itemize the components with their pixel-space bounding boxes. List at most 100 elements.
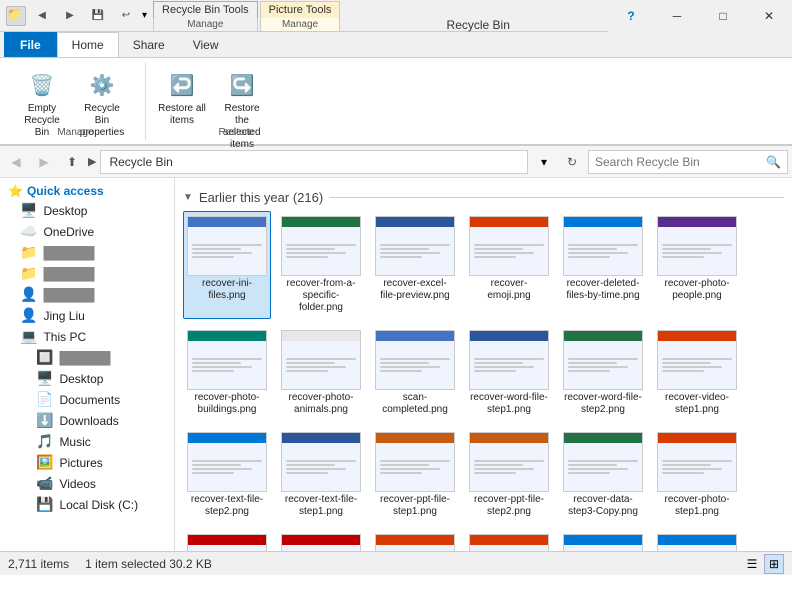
sidebar-quick-access[interactable]: ⭐ Quick access (0, 182, 174, 200)
file-item[interactable]: recover-pdf-file-step2.png (183, 529, 271, 551)
thispc-icon: 💻 (20, 328, 37, 345)
pcsub-icon: 🔲 (36, 349, 53, 366)
file-item[interactable]: recover-from-a-specific-folder.png (277, 211, 365, 319)
file-thumbnail (187, 534, 267, 551)
sidebar-item-localdisk[interactable]: 💾 Local Disk (C:) (0, 494, 174, 515)
sidebar-item-jingliu[interactable]: 👤 Jing Liu (0, 305, 174, 326)
forward-btn-title[interactable]: ▶ (58, 4, 82, 28)
quick-access-icon[interactable]: 📁 (6, 6, 26, 26)
file-item[interactable]: recover-word-file-step1.png (465, 325, 553, 421)
up-button[interactable]: ⬆ (60, 150, 84, 174)
title-bar: 📁 ◀ ▶ 💾 ↩ ▾ Recycle Bin Tools Manage Pic… (0, 0, 792, 32)
sidebar-item-user3[interactable]: 👤 ██████ (0, 284, 174, 305)
sidebar-item-videos[interactable]: 📹 Videos (0, 473, 174, 494)
tab-share[interactable]: Share (119, 32, 179, 57)
file-item[interactable]: recover-ppt-file-step1.png (371, 427, 459, 523)
item-count: 2,711 items (8, 557, 69, 571)
selected-info: 1 item selected 30.2 KB (85, 557, 212, 571)
restore-selected-icon: ↪️ (226, 69, 258, 101)
file-item[interactable]: recover-text-file-step1.png (277, 427, 365, 523)
back-btn-title[interactable]: ◀ (30, 4, 54, 28)
file-thumbnail (657, 330, 737, 390)
back-button[interactable]: ◀ (4, 150, 28, 174)
picture-tools-tab[interactable]: Picture Tools (260, 1, 341, 18)
sidebar-item-desktop[interactable]: 🖥️ Desktop (0, 200, 174, 221)
minimize-button[interactable]: ─ (654, 0, 700, 32)
restore-selected-button[interactable]: ↪️ Restore the selected items (214, 66, 270, 154)
tab-home[interactable]: Home (57, 32, 119, 57)
sidebar-item-thispc[interactable]: 💻 This PC (0, 326, 174, 347)
empty-recycle-icon: 🗑️ (26, 69, 58, 101)
file-item[interactable]: recover-photo-animals.png (277, 325, 365, 421)
file-name: recover-from-a-specific-folder.png (282, 278, 360, 314)
restore-all-label: Restore all items (157, 103, 207, 127)
file-thumbnail (563, 330, 643, 390)
file-item[interactable]: recover-photo-step1.png (653, 427, 741, 523)
file-thumbnail (657, 534, 737, 551)
file-name: recover-data-step3-Copy.png (564, 494, 642, 518)
music-icon: 🎵 (36, 433, 53, 450)
file-item[interactable]: recover-office-file-step1.png (465, 529, 553, 551)
file-item[interactable]: recover-external-device-step3.png (559, 529, 647, 551)
sidebar-localdisk-label: Local Disk (C:) (59, 498, 138, 512)
file-item[interactable]: recover-ini-files.png (183, 211, 271, 319)
save-btn-title[interactable]: 💾 (86, 4, 110, 28)
file-item[interactable]: recover-deleted-files-by-time.png (559, 211, 647, 319)
title-bar-dropdown[interactable]: ▾ (142, 10, 147, 21)
quick-access-label: Quick access (27, 184, 104, 198)
file-item[interactable]: recover-photo-buildings.png (183, 325, 271, 421)
file-item[interactable]: recover-emoji.png (465, 211, 553, 319)
sidebar-item-desktop2[interactable]: 🖥️ Desktop (0, 368, 174, 389)
section-chevron[interactable]: ▼ (183, 192, 193, 203)
sidebar-item-user2[interactable]: 📁 ██████ (0, 263, 174, 284)
sidebar-videos-label: Videos (59, 477, 95, 491)
file-item[interactable]: recover-word-file-step2.png (559, 325, 647, 421)
restore-all-button[interactable]: ↩️ Restore all items (154, 66, 210, 130)
file-thumbnail (375, 432, 455, 492)
dropdown-arrow[interactable]: ▾ (532, 150, 556, 174)
refresh-button[interactable]: ↻ (560, 150, 584, 174)
file-item[interactable]: recover-ppt-file-step2.png (465, 427, 553, 523)
file-item[interactable]: scan-completed.png (371, 325, 459, 421)
sidebar-item-pcsub[interactable]: 🔲 ██████ (0, 347, 174, 368)
sidebar-desktop-label: Desktop (43, 204, 87, 218)
tiles-view-btn[interactable]: ⊞ (764, 554, 784, 574)
file-name: recover-photo-animals.png (282, 392, 360, 416)
tab-file[interactable]: File (4, 32, 57, 57)
file-item[interactable]: recover-photo-people.png (653, 211, 741, 319)
section-divider (329, 197, 784, 198)
sidebar: ⭐ Quick access 🖥️ Desktop ☁️ OneDrive 📁 … (0, 178, 175, 551)
sidebar-item-documents[interactable]: 📄 Documents (0, 389, 174, 410)
file-item[interactable]: recover-text-file-step2.png (183, 427, 271, 523)
file-name: scan-completed.png (376, 392, 454, 416)
file-name: recover-photo-people.png (658, 278, 736, 302)
recycle-bin-tools-tab[interactable]: Recycle Bin Tools (153, 1, 258, 18)
sidebar-user3-label: ██████ (43, 288, 94, 302)
file-item[interactable]: recover-pdf-file-step1.png (277, 529, 365, 551)
file-item[interactable]: recover-office-file-step2.png (371, 529, 459, 551)
file-item[interactable]: recover-excel-file-preview.png (371, 211, 459, 319)
maximize-button[interactable]: □ (700, 0, 746, 32)
tab-view[interactable]: View (179, 32, 233, 57)
search-box[interactable]: 🔍 (588, 150, 788, 174)
file-thumbnail (469, 432, 549, 492)
forward-button[interactable]: ▶ (32, 150, 56, 174)
file-item[interactable]: recover-data-step3-Copy.png (559, 427, 647, 523)
file-item[interactable]: recover-video-step1.png (653, 325, 741, 421)
window-title: Recycle Bin (348, 18, 608, 32)
close-button[interactable]: ✕ (746, 0, 792, 32)
sidebar-item-music[interactable]: 🎵 Music (0, 431, 174, 452)
main-area: ⭐ Quick access 🖥️ Desktop ☁️ OneDrive 📁 … (0, 178, 792, 551)
file-item[interactable]: recover-external-device-step2.png (653, 529, 741, 551)
sidebar-downloads-label: Downloads (59, 414, 118, 428)
details-view-btn[interactable]: ☰ (742, 554, 762, 574)
sidebar-item-onedrive[interactable]: ☁️ OneDrive (0, 221, 174, 242)
file-thumbnail (375, 216, 455, 276)
window-controls: ? ─ □ ✕ (608, 0, 792, 32)
sidebar-item-pictures[interactable]: 🖼️ Pictures (0, 452, 174, 473)
undo-btn-title[interactable]: ↩ (114, 4, 138, 28)
sidebar-item-user1[interactable]: 📁 ██████ (0, 242, 174, 263)
search-input[interactable] (595, 155, 766, 169)
help-button[interactable]: ? (608, 0, 654, 32)
sidebar-item-downloads[interactable]: ⬇️ Downloads (0, 410, 174, 431)
